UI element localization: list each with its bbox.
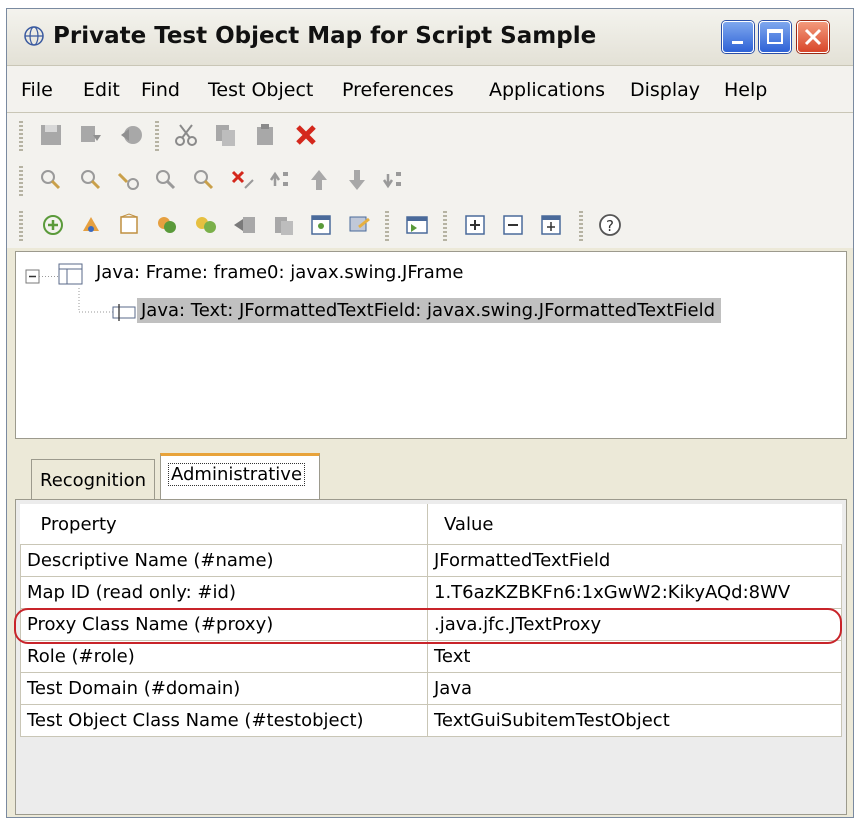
globe-icon bbox=[24, 26, 44, 46]
toolbar-separator bbox=[579, 211, 583, 241]
table-row[interactable]: Test Object Class Name (#testobject) Tex… bbox=[20, 704, 842, 737]
export-icon[interactable] bbox=[231, 211, 259, 239]
update-icon[interactable] bbox=[345, 211, 373, 239]
app-window: Private Test Object Map for Script Sampl… bbox=[6, 8, 854, 818]
menu-bar: File Edit Find Test Object Preferences A… bbox=[7, 66, 853, 113]
property-cell: Descriptive Name (#name) bbox=[20, 544, 428, 577]
toolbar-grip[interactable] bbox=[19, 166, 23, 196]
property-cell: Proxy Class Name (#proxy) bbox=[20, 608, 428, 641]
move-up-icon[interactable] bbox=[305, 166, 333, 194]
highlight-icon[interactable] bbox=[307, 211, 335, 239]
value-cell[interactable]: Text bbox=[427, 640, 842, 673]
table-row[interactable]: Test Domain (#domain) Java bbox=[20, 672, 842, 705]
insert-object-icon[interactable] bbox=[77, 211, 105, 239]
table-row[interactable]: Descriptive Name (#name) JFormattedTextF… bbox=[20, 544, 842, 577]
move-down-icon[interactable] bbox=[343, 166, 371, 194]
toolbar-separator bbox=[385, 211, 389, 241]
table-row[interactable]: Proxy Class Name (#proxy) .java.jfc.JTex… bbox=[20, 608, 842, 641]
properties-panel: Property Value Descriptive Name (#name) … bbox=[15, 499, 847, 815]
object-tree[interactable]: Java: Frame: frame0: javax.swing.JFrame … bbox=[15, 251, 847, 439]
menu-file[interactable]: File bbox=[21, 79, 53, 101]
move-top-icon[interactable] bbox=[267, 166, 295, 194]
maximize-button[interactable] bbox=[759, 21, 791, 53]
toolbar-separator bbox=[443, 211, 447, 241]
insert-icon[interactable] bbox=[77, 121, 105, 149]
delete-icon[interactable] bbox=[292, 121, 320, 149]
tree-node-textfield[interactable]: Java: Text: JFormattedTextField: javax.s… bbox=[137, 298, 722, 323]
maximize-icon bbox=[767, 29, 783, 44]
svg-text:?: ? bbox=[606, 217, 614, 235]
menu-edit[interactable]: Edit bbox=[83, 79, 120, 101]
table-header: Property Value bbox=[20, 504, 842, 545]
column-header-value[interactable]: Value bbox=[427, 504, 842, 545]
import-icon[interactable] bbox=[269, 211, 297, 239]
tab-recognition-label: Recognition bbox=[40, 470, 146, 491]
close-button[interactable] bbox=[797, 21, 829, 53]
value-cell[interactable]: JFormattedTextField bbox=[427, 544, 842, 577]
expand-selected-icon[interactable] bbox=[537, 211, 565, 239]
property-cell: Map ID (read only: #id) bbox=[20, 576, 428, 609]
copy-icon[interactable] bbox=[212, 121, 240, 149]
search-properties-icon[interactable] bbox=[190, 166, 218, 194]
menu-preferences[interactable]: Preferences bbox=[342, 79, 454, 101]
cut-icon[interactable] bbox=[172, 121, 200, 149]
column-header-property[interactable]: Property bbox=[20, 504, 428, 545]
clear-find-icon[interactable] bbox=[229, 166, 257, 194]
add-object-icon[interactable] bbox=[39, 211, 67, 239]
toolbar-grip[interactable] bbox=[19, 211, 23, 241]
property-cell: Test Object Class Name (#testobject) bbox=[20, 704, 428, 737]
table-row[interactable]: Role (#role) Text bbox=[20, 640, 842, 673]
find-mapped-icon[interactable] bbox=[115, 166, 143, 194]
new-object-icon[interactable] bbox=[115, 211, 143, 239]
frame-icon bbox=[58, 263, 83, 285]
value-cell[interactable]: Java bbox=[427, 672, 842, 705]
save-icon[interactable] bbox=[37, 121, 65, 149]
unify-icon[interactable] bbox=[192, 211, 220, 239]
textfield-icon bbox=[112, 304, 136, 321]
tab-strip: Recognition Administrative bbox=[15, 445, 847, 499]
value-cell[interactable]: .java.jfc.JTextProxy bbox=[427, 608, 842, 641]
tab-administrative-label: Administrative bbox=[167, 463, 306, 486]
merge-icon[interactable] bbox=[153, 211, 181, 239]
table-row[interactable]: Map ID (read only: #id) 1.T6azKZBKFn6:1x… bbox=[20, 576, 842, 609]
move-bottom-icon[interactable] bbox=[380, 166, 408, 194]
minimize-icon bbox=[732, 41, 743, 44]
value-cell[interactable]: 1.T6azKZBKFn6:1xGwW2:KikyAQd:8WV bbox=[427, 576, 842, 609]
menu-display[interactable]: Display bbox=[630, 79, 700, 101]
open-script-icon[interactable] bbox=[403, 211, 431, 239]
toolbar-edit bbox=[7, 113, 853, 158]
find-icon[interactable] bbox=[37, 166, 65, 194]
help-icon[interactable]: ? bbox=[596, 211, 624, 239]
toolbar-grip[interactable] bbox=[19, 121, 23, 151]
menu-applications[interactable]: Applications bbox=[489, 79, 605, 101]
expand-all-icon[interactable] bbox=[461, 211, 489, 239]
tab-administrative[interactable]: Administrative bbox=[160, 453, 320, 499]
tab-recognition[interactable]: Recognition bbox=[31, 459, 155, 499]
paste-icon[interactable] bbox=[252, 121, 280, 149]
toolbar-find bbox=[7, 158, 853, 203]
value-cell[interactable]: TextGuiSubitemTestObject bbox=[427, 704, 842, 737]
property-cell: Test Domain (#domain) bbox=[20, 672, 428, 705]
close-icon bbox=[804, 28, 822, 46]
menu-find[interactable]: Find bbox=[141, 79, 180, 101]
window-title: Private Test Object Map for Script Sampl… bbox=[53, 23, 597, 49]
minimize-button[interactable] bbox=[722, 21, 754, 53]
tree-node-frame[interactable]: Java: Frame: frame0: javax.swing.JFrame bbox=[96, 262, 463, 283]
toolbar-separator bbox=[155, 121, 159, 151]
property-cell: Role (#role) bbox=[20, 640, 428, 673]
collapse-all-icon[interactable] bbox=[499, 211, 527, 239]
search-object-icon[interactable] bbox=[152, 166, 180, 194]
title-bar[interactable]: Private Test Object Map for Script Sampl… bbox=[7, 9, 853, 66]
toolbar-objects: ? bbox=[7, 203, 853, 248]
back-icon[interactable] bbox=[117, 121, 145, 149]
find-next-icon[interactable] bbox=[77, 166, 105, 194]
menu-test-object[interactable]: Test Object bbox=[208, 79, 313, 101]
menu-help[interactable]: Help bbox=[724, 79, 767, 101]
properties-table: Property Value Descriptive Name (#name) … bbox=[20, 504, 842, 737]
